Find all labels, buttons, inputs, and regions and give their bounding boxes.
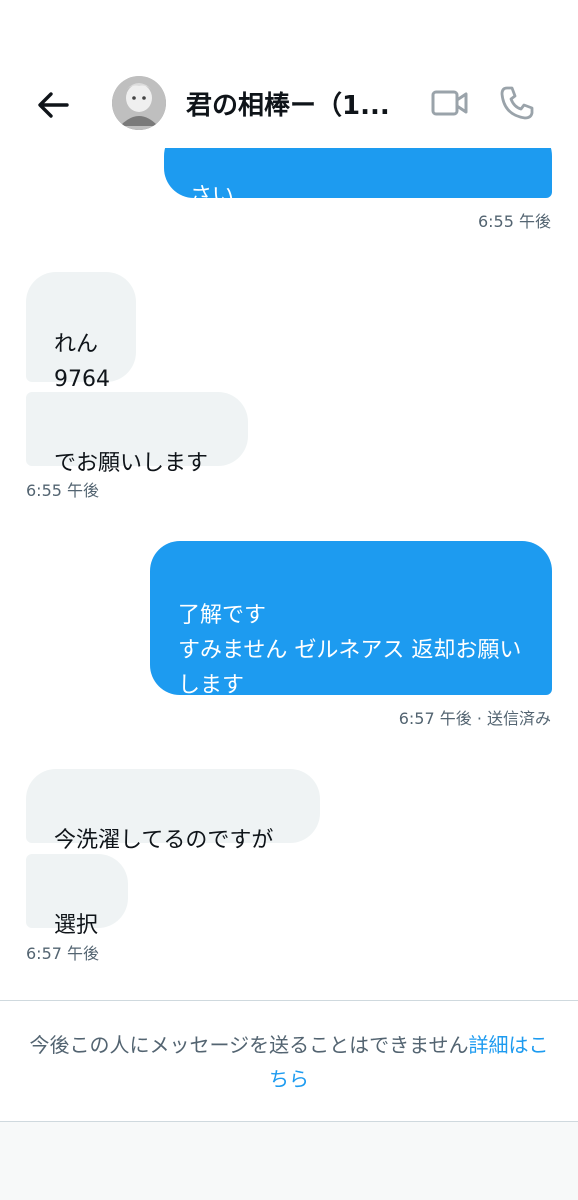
message-text: でお願いします [54,451,209,476]
message-timestamp: 6:55 午後 [477,212,551,231]
conversation-title[interactable]: 君の相棒ー（1... [186,86,408,126]
voice-call-button[interactable] [498,84,536,122]
message-text: 選択 [54,913,99,938]
notice-text: 今後この人にメッセージを送ることはできません [29,1033,469,1057]
message-bubble-received[interactable]: 選択 [26,854,128,938]
message-timestamp: 6:57 午後 [26,944,100,963]
avatar[interactable] [112,76,166,130]
arrow-left-icon [38,92,69,118]
video-camera-icon [431,90,468,116]
message-timestamp: 6:57 午後 · 送信済み [398,709,551,728]
back-button[interactable] [34,86,72,124]
message-bubble-sent[interactable]: 了解です すみません ゼルネアス 返却お願いします [150,541,552,698]
message-bubble-received[interactable]: れん 9764 [26,272,136,392]
message-text: さい [190,184,235,209]
message-timestamp: 6:55 午後 [26,481,100,500]
conversation-header: 君の相棒ー（1... [0,0,578,148]
bottom-bar [0,1122,578,1200]
cannot-message-notice: 今後この人にメッセージを送ることはできません詳細はこちら [24,1028,554,1096]
dm-conversation-screen: さい 6:55 午後 れん 9764 でお願いします 6:55 午後 了解です … [0,0,578,1200]
video-call-button[interactable] [430,86,470,120]
message-text: 今洗濯してるのですが [54,828,274,853]
message-text: れん 9764 [54,332,110,392]
avatar-illustration [112,76,166,130]
divider [0,1000,578,1001]
message-bubble-received[interactable]: 今洗濯してるのですが [26,769,320,853]
message-text: 了解です すみません ゼルネアス 返却お願いします [178,603,522,698]
phone-icon [500,86,534,120]
message-bubble-received[interactable]: でお願いします [26,392,248,476]
